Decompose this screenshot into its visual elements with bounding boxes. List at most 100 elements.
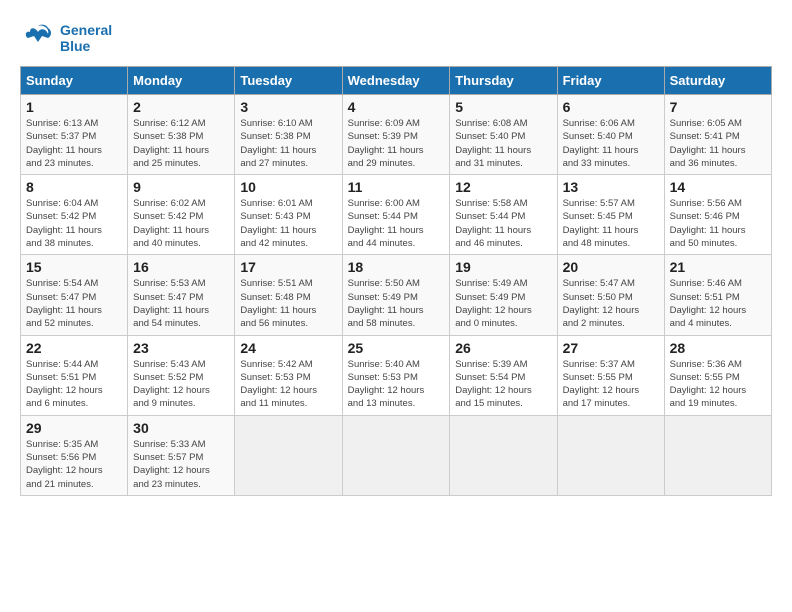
calendar-cell: 28 Sunrise: 5:36 AMSunset: 5:55 PMDayligh… <box>664 335 771 415</box>
day-number: 18 <box>348 259 445 275</box>
calendar-cell: 10 Sunrise: 6:01 AMSunset: 5:43 PMDayligh… <box>235 175 342 255</box>
day-number: 21 <box>670 259 766 275</box>
calendar-cell <box>342 415 450 495</box>
day-info: Sunrise: 5:49 AMSunset: 5:49 PMDaylight:… <box>455 277 551 330</box>
day-info: Sunrise: 5:53 AMSunset: 5:47 PMDaylight:… <box>133 277 229 330</box>
calendar-cell: 14 Sunrise: 5:56 AMSunset: 5:46 PMDayligh… <box>664 175 771 255</box>
day-info: Sunrise: 6:13 AMSunset: 5:37 PMDaylight:… <box>26 117 122 170</box>
day-info: Sunrise: 5:37 AMSunset: 5:55 PMDaylight:… <box>563 358 659 411</box>
day-info: Sunrise: 5:42 AMSunset: 5:53 PMDaylight:… <box>240 358 336 411</box>
calendar-cell: 18 Sunrise: 5:50 AMSunset: 5:49 PMDayligh… <box>342 255 450 335</box>
day-info: Sunrise: 5:47 AMSunset: 5:50 PMDaylight:… <box>563 277 659 330</box>
calendar-cell: 8 Sunrise: 6:04 AMSunset: 5:42 PMDaylight… <box>21 175 128 255</box>
day-number: 23 <box>133 340 229 356</box>
day-number: 30 <box>133 420 229 436</box>
day-info: Sunrise: 5:43 AMSunset: 5:52 PMDaylight:… <box>133 358 229 411</box>
day-info: Sunrise: 5:50 AMSunset: 5:49 PMDaylight:… <box>348 277 445 330</box>
logo-text: General Blue <box>60 22 112 54</box>
calendar-cell <box>664 415 771 495</box>
calendar-cell <box>557 415 664 495</box>
day-number: 9 <box>133 179 229 195</box>
day-number: 6 <box>563 99 659 115</box>
day-number: 19 <box>455 259 551 275</box>
day-info: Sunrise: 6:10 AMSunset: 5:38 PMDaylight:… <box>240 117 336 170</box>
col-header-sunday: Sunday <box>21 67 128 95</box>
calendar-cell: 15 Sunrise: 5:54 AMSunset: 5:47 PMDayligh… <box>21 255 128 335</box>
day-info: Sunrise: 6:05 AMSunset: 5:41 PMDaylight:… <box>670 117 766 170</box>
day-info: Sunrise: 5:54 AMSunset: 5:47 PMDaylight:… <box>26 277 122 330</box>
calendar-cell <box>235 415 342 495</box>
day-number: 22 <box>26 340 122 356</box>
col-header-monday: Monday <box>128 67 235 95</box>
day-number: 8 <box>26 179 122 195</box>
logo-container: General Blue <box>20 20 112 56</box>
day-info: Sunrise: 6:02 AMSunset: 5:42 PMDaylight:… <box>133 197 229 250</box>
day-number: 1 <box>26 99 122 115</box>
calendar-cell: 1 Sunrise: 6:13 AMSunset: 5:37 PMDaylight… <box>21 95 128 175</box>
day-number: 12 <box>455 179 551 195</box>
calendar-cell: 3 Sunrise: 6:10 AMSunset: 5:38 PMDaylight… <box>235 95 342 175</box>
col-header-wednesday: Wednesday <box>342 67 450 95</box>
calendar-cell: 6 Sunrise: 6:06 AMSunset: 5:40 PMDaylight… <box>557 95 664 175</box>
day-number: 10 <box>240 179 336 195</box>
day-number: 25 <box>348 340 445 356</box>
calendar-cell: 24 Sunrise: 5:42 AMSunset: 5:53 PMDayligh… <box>235 335 342 415</box>
day-number: 17 <box>240 259 336 275</box>
calendar-cell: 29Sunrise: 5:35 AMSunset: 5:56 PMDayligh… <box>21 415 128 495</box>
day-number: 11 <box>348 179 445 195</box>
day-info: Sunrise: 6:06 AMSunset: 5:40 PMDaylight:… <box>563 117 659 170</box>
calendar-cell: 9 Sunrise: 6:02 AMSunset: 5:42 PMDaylight… <box>128 175 235 255</box>
calendar-cell <box>450 415 557 495</box>
calendar-cell: 13 Sunrise: 5:57 AMSunset: 5:45 PMDayligh… <box>557 175 664 255</box>
calendar-cell: 12 Sunrise: 5:58 AMSunset: 5:44 PMDayligh… <box>450 175 557 255</box>
day-info: Sunrise: 5:44 AMSunset: 5:51 PMDaylight:… <box>26 358 122 411</box>
calendar-cell: 17 Sunrise: 5:51 AMSunset: 5:48 PMDayligh… <box>235 255 342 335</box>
day-number: 3 <box>240 99 336 115</box>
day-number: 24 <box>240 340 336 356</box>
day-info: Sunrise: 5:57 AMSunset: 5:45 PMDaylight:… <box>563 197 659 250</box>
logo: General Blue <box>20 20 112 56</box>
day-number: 27 <box>563 340 659 356</box>
day-number: 14 <box>670 179 766 195</box>
col-header-saturday: Saturday <box>664 67 771 95</box>
calendar-cell: 22 Sunrise: 5:44 AMSunset: 5:51 PMDayligh… <box>21 335 128 415</box>
calendar-cell: 23 Sunrise: 5:43 AMSunset: 5:52 PMDayligh… <box>128 335 235 415</box>
calendar-cell: 21 Sunrise: 5:46 AMSunset: 5:51 PMDayligh… <box>664 255 771 335</box>
day-info: Sunrise: 5:35 AMSunset: 5:56 PMDaylight:… <box>26 438 122 491</box>
calendar-cell: 2 Sunrise: 6:12 AMSunset: 5:38 PMDaylight… <box>128 95 235 175</box>
day-number: 28 <box>670 340 766 356</box>
day-info: Sunrise: 6:01 AMSunset: 5:43 PMDaylight:… <box>240 197 336 250</box>
day-info: Sunrise: 5:58 AMSunset: 5:44 PMDaylight:… <box>455 197 551 250</box>
calendar-cell: 11 Sunrise: 6:00 AMSunset: 5:44 PMDayligh… <box>342 175 450 255</box>
logo-bird-icon <box>20 20 56 56</box>
day-number: 16 <box>133 259 229 275</box>
day-number: 15 <box>26 259 122 275</box>
calendar-cell: 26Sunrise: 5:39 AMSunset: 5:54 PMDayligh… <box>450 335 557 415</box>
day-info: Sunrise: 5:36 AMSunset: 5:55 PMDaylight:… <box>670 358 766 411</box>
calendar-cell: 16 Sunrise: 5:53 AMSunset: 5:47 PMDayligh… <box>128 255 235 335</box>
calendar-cell: 5 Sunrise: 6:08 AMSunset: 5:40 PMDaylight… <box>450 95 557 175</box>
calendar-cell: 7Sunrise: 6:05 AMSunset: 5:41 PMDaylight… <box>664 95 771 175</box>
day-info: Sunrise: 6:09 AMSunset: 5:39 PMDaylight:… <box>348 117 445 170</box>
day-info: Sunrise: 5:33 AMSunset: 5:57 PMDaylight:… <box>133 438 229 491</box>
col-header-friday: Friday <box>557 67 664 95</box>
day-number: 4 <box>348 99 445 115</box>
day-number: 13 <box>563 179 659 195</box>
calendar-cell: 30 Sunrise: 5:33 AMSunset: 5:57 PMDayligh… <box>128 415 235 495</box>
col-header-thursday: Thursday <box>450 67 557 95</box>
day-info: Sunrise: 5:46 AMSunset: 5:51 PMDaylight:… <box>670 277 766 330</box>
day-info: Sunrise: 5:40 AMSunset: 5:53 PMDaylight:… <box>348 358 445 411</box>
day-info: Sunrise: 6:12 AMSunset: 5:38 PMDaylight:… <box>133 117 229 170</box>
calendar-table: SundayMondayTuesdayWednesdayThursdayFrid… <box>20 66 772 496</box>
day-info: Sunrise: 6:00 AMSunset: 5:44 PMDaylight:… <box>348 197 445 250</box>
day-info: Sunrise: 5:51 AMSunset: 5:48 PMDaylight:… <box>240 277 336 330</box>
calendar-cell: 19 Sunrise: 5:49 AMSunset: 5:49 PMDayligh… <box>450 255 557 335</box>
day-info: Sunrise: 6:08 AMSunset: 5:40 PMDaylight:… <box>455 117 551 170</box>
day-number: 2 <box>133 99 229 115</box>
day-info: Sunrise: 6:04 AMSunset: 5:42 PMDaylight:… <box>26 197 122 250</box>
day-number: 5 <box>455 99 551 115</box>
day-number: 20 <box>563 259 659 275</box>
day-info: Sunrise: 5:56 AMSunset: 5:46 PMDaylight:… <box>670 197 766 250</box>
calendar-cell: 25 Sunrise: 5:40 AMSunset: 5:53 PMDayligh… <box>342 335 450 415</box>
day-number: 26 <box>455 340 551 356</box>
